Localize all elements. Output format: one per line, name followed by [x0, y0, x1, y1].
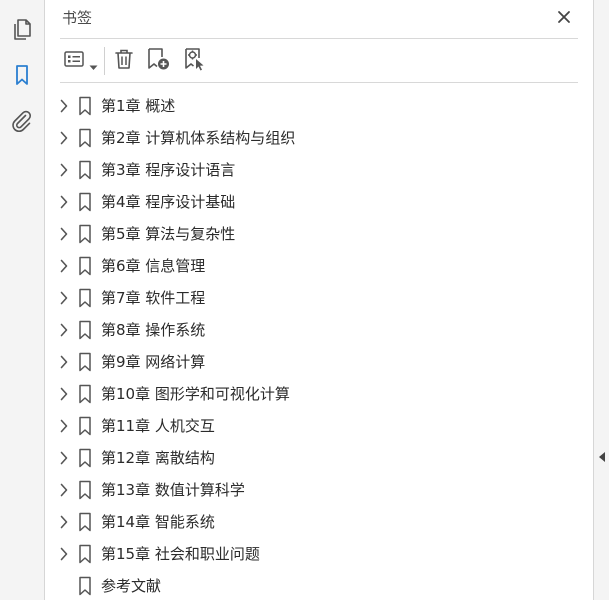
bookmark-icon	[78, 160, 92, 180]
bookmark-item[interactable]: 第5章 算法与复杂性	[45, 218, 593, 250]
options-menu-button[interactable]	[62, 48, 100, 74]
bookmark-icon	[78, 288, 92, 308]
chevron-down-icon	[89, 56, 98, 75]
bookmark-icon	[78, 224, 92, 244]
delete-bookmark-button[interactable]	[112, 48, 136, 74]
bookmark-item[interactable]: 第13章 数值计算科学	[45, 474, 593, 506]
new-bookmark-button[interactable]	[144, 48, 172, 74]
bookmark-item[interactable]: 第3章 程序设计语言	[45, 154, 593, 186]
chevron-right-icon[interactable]	[57, 226, 71, 242]
bookmark-item[interactable]: 第11章 人机交互	[45, 410, 593, 442]
chevron-right-icon[interactable]	[57, 98, 71, 114]
pages-icon	[11, 17, 33, 45]
bookmark-properties-button[interactable]	[180, 48, 208, 74]
bookmark-icon	[78, 256, 92, 276]
chevron-right-icon[interactable]	[57, 546, 71, 562]
bookmark-label: 第12章 离散结构	[101, 449, 215, 467]
bookmark-label: 第3章 程序设计语言	[101, 161, 236, 179]
bookmark-icon	[78, 320, 92, 340]
chevron-right-icon[interactable]	[57, 290, 71, 306]
bookmark-item[interactable]: 第7章 软件工程	[45, 282, 593, 314]
bookmarks-toolbar	[60, 39, 578, 83]
attachments-button[interactable]	[8, 109, 36, 137]
chevron-right-icon[interactable]	[57, 194, 71, 210]
bookmark-label: 第1章 概述	[101, 97, 176, 115]
bookmark-item[interactable]: 第10章 图形学和可视化计算	[45, 378, 593, 410]
caret-left-icon	[598, 448, 606, 467]
right-edge-bar	[593, 0, 609, 600]
bookmark-icon	[78, 512, 92, 532]
chevron-right-icon[interactable]	[57, 162, 71, 178]
pages-button[interactable]	[8, 17, 36, 45]
bookmark-item[interactable]: 第15章 社会和职业问题	[45, 538, 593, 570]
bookmark-label: 第10章 图形学和可视化计算	[101, 385, 290, 403]
add-bookmark-icon	[145, 46, 171, 76]
attachment-icon	[10, 109, 34, 137]
bookmark-label: 参考文献	[101, 577, 162, 595]
bookmark-icon	[78, 128, 92, 148]
chevron-right-icon[interactable]	[57, 514, 71, 530]
close-panel-button[interactable]	[554, 8, 574, 28]
bookmark-icon	[78, 352, 92, 372]
bookmark-icon	[78, 96, 92, 116]
bookmark-item[interactable]: 第8章 操作系统	[45, 314, 593, 346]
left-nav-rail	[0, 0, 45, 600]
bookmark-icon	[78, 576, 92, 596]
bookmarks-panel: 书签 第1章 概述 第2章 计算机体系结构与组织 第3章 程序设计语言 第4章 …	[45, 0, 593, 600]
bookmark-item[interactable]: 第9章 网络计算	[45, 346, 593, 378]
bookmark-label: 第4章 程序设计基础	[101, 193, 236, 211]
bookmark-item[interactable]: 第14章 智能系统	[45, 506, 593, 538]
bookmark-icon	[13, 63, 31, 91]
bookmark-label: 第5章 算法与复杂性	[101, 225, 236, 243]
bookmark-item[interactable]: 第4章 程序设计基础	[45, 186, 593, 218]
toolbar-separator	[104, 47, 105, 75]
bookmark-icon	[78, 192, 92, 212]
bookmarks-nav-button[interactable]	[8, 63, 36, 91]
chevron-right-icon[interactable]	[57, 258, 71, 274]
chevron-right-icon[interactable]	[57, 130, 71, 146]
bookmark-icon	[78, 480, 92, 500]
bookmark-icon	[78, 384, 92, 404]
bookmark-item[interactable]: 第6章 信息管理	[45, 250, 593, 282]
bookmark-label: 第6章 信息管理	[101, 257, 206, 275]
bookmark-item[interactable]: 第12章 离散结构	[45, 442, 593, 474]
chevron-right-icon[interactable]	[57, 482, 71, 498]
chevron-right-icon[interactable]	[57, 450, 71, 466]
bookmark-icon	[78, 416, 92, 436]
bookmark-item[interactable]: 第2章 计算机体系结构与组织	[45, 122, 593, 154]
bookmark-label: 第13章 数值计算科学	[101, 481, 245, 499]
bookmark-item[interactable]: 参考文献	[45, 570, 593, 600]
bookmark-icon	[78, 448, 92, 468]
bookmark-item[interactable]: 第1章 概述	[45, 90, 593, 122]
chevron-right-icon[interactable]	[57, 418, 71, 434]
expand-pane-button[interactable]	[598, 448, 606, 462]
chevron-right-icon[interactable]	[57, 354, 71, 370]
close-icon	[557, 9, 571, 28]
bookmark-settings-icon	[181, 46, 207, 76]
panel-header: 书签	[60, 0, 578, 39]
trash-icon	[113, 47, 135, 75]
bookmarks-app: 书签 第1章 概述 第2章 计算机体系结构与组织 第3章 程序设计语言 第4章 …	[0, 0, 609, 600]
bookmark-label: 第14章 智能系统	[101, 513, 215, 531]
bookmark-label: 第9章 网络计算	[101, 353, 206, 371]
bookmark-label: 第15章 社会和职业问题	[101, 545, 260, 563]
bookmark-label: 第11章 人机交互	[101, 417, 215, 435]
panel-title: 书签	[62, 9, 93, 27]
chevron-right-icon[interactable]	[57, 322, 71, 338]
chevron-right-icon[interactable]	[57, 386, 71, 402]
bookmark-label: 第7章 软件工程	[101, 289, 206, 307]
bookmark-icon	[78, 544, 92, 564]
bookmark-label: 第8章 操作系统	[101, 321, 206, 339]
bookmark-label: 第2章 计算机体系结构与组织	[101, 129, 296, 147]
